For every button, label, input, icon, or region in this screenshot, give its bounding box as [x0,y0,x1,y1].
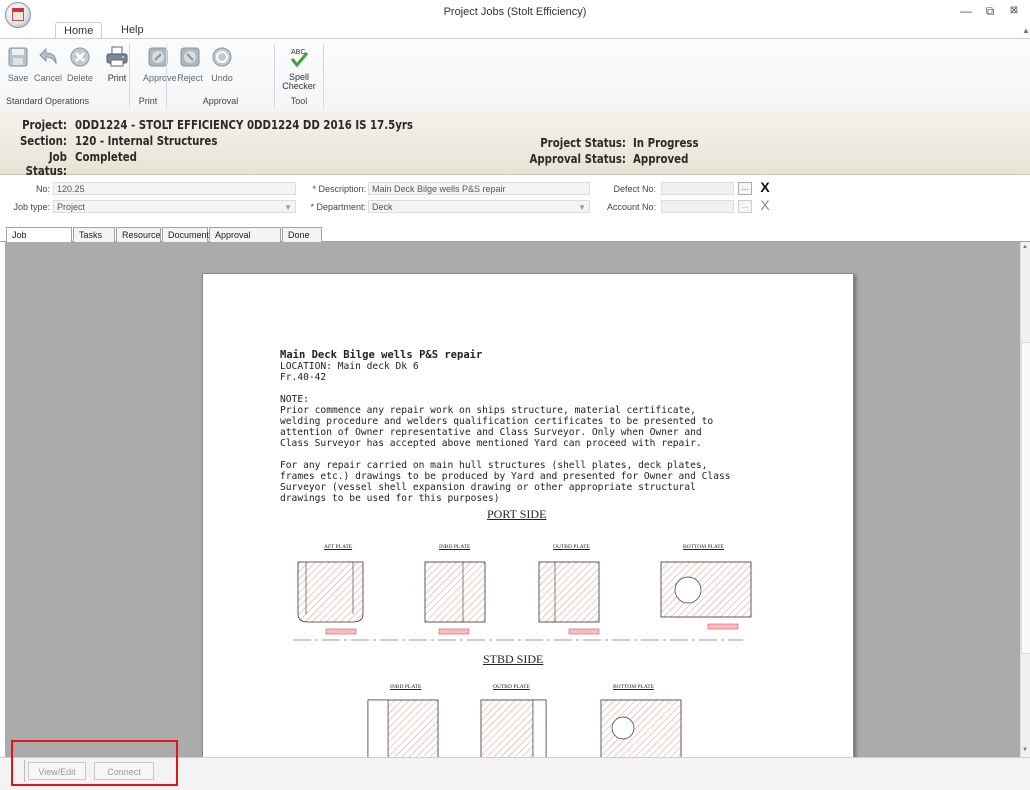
minimize-icon[interactable]: — [958,4,974,18]
print-button[interactable]: Print [102,45,132,83]
defect-no-field[interactable] [661,182,734,195]
job-type-select[interactable]: Project ▼ [53,200,296,213]
plate-label: OUTBD PLATE [553,544,590,550]
stbd-side-title: STBD SIDE [483,652,544,666]
tab-approval-tracking[interactable]: Approval Tracking [209,227,281,254]
port-side-title: PORT SIDE [487,507,547,521]
approve-button[interactable]: Approve [143,45,177,83]
description-label: * Description: [312,184,366,194]
ribbon-collapse-icon[interactable]: ▲ [1022,26,1030,35]
doc-frames: Fr.40-42 [280,372,327,383]
plate-label: BOTTOM PLATE [613,684,654,690]
tab-done-by[interactable]: Done By [282,227,322,254]
stbd-side-drawing [367,699,682,757]
save-button[interactable]: Save [3,45,33,83]
job-type-label: Job type: [13,202,50,212]
project-status-label: Project Status: [540,136,626,150]
approval-status-label: Approval Status: [529,152,626,166]
printer-icon [106,46,128,67]
group-label-approval: Approval [202,96,239,106]
doc-location: LOCATION: Main deck Dk 6 [280,361,419,372]
project-label: Project: [22,118,67,132]
undo-icon [212,47,232,67]
project-value: 0DD1224 - STOLT EFFICIENCY 0DD1224 DD 20… [75,118,413,132]
reject-icon [180,47,200,67]
account-browse-button[interactable]: ... [738,200,752,213]
ribbon-tab-help[interactable]: Help [113,22,152,38]
tab-document[interactable]: Document [162,227,209,242]
department-select[interactable]: Deck ▼ [368,200,590,213]
document-viewer[interactable]: Main Deck Bilge wells P&S repair LOCATIO… [5,242,1020,757]
plate-label: BOTTOM PLATE [683,544,724,550]
job-status-value: Completed [75,150,137,164]
highlight-annotation-box [11,740,178,786]
ribbon-separator [323,44,324,108]
port-side-drawing [293,561,752,641]
svg-text:ABC: ABC [291,49,305,56]
doc-note-line: attention of Owner representative and Cl… [280,427,702,438]
defect-browse-button[interactable]: ... [738,182,752,195]
group-label-tool: Tool [290,96,308,106]
no-field[interactable]: 120.25 [53,182,296,195]
dropdown-arrow-icon: ▼ [578,203,586,212]
close-icon[interactable]: ⊠ [1006,4,1022,18]
doc-heading: Main Deck Bilge wells P&S repair [280,349,483,361]
cancel-button[interactable]: Cancel [33,45,63,83]
description-field[interactable]: Main Deck Bilge wells P&S repair [368,182,590,195]
scrollbar-thumb[interactable] [1021,342,1030,654]
save-icon [8,47,28,67]
doc-note-title: NOTE: [280,394,309,405]
approval-status-value: Approved [633,152,689,166]
account-no-field[interactable] [661,200,734,213]
doc-note-line: Class Surveyor has accepted above mentio… [280,438,702,449]
delete-button[interactable]: Delete [65,45,95,83]
scroll-up-icon[interactable]: ▲ [1022,244,1028,250]
scroll-down-icon[interactable]: ▼ [1022,747,1028,753]
defect-clear-button[interactable]: X [758,180,772,195]
plate-label: OUTBD PLATE [493,684,530,690]
job-status-label: Job Status: [25,150,67,178]
document-page: Main Deck Bilge wells P&S repair LOCATIO… [202,273,854,757]
doc-note-line: welding procedure and welders qualificat… [280,416,714,427]
doc-para-line: For any repair carried on main hull stru… [280,460,708,471]
restore-icon[interactable]: ⧉ [982,4,998,18]
spell-check-icon: ABC [290,49,309,68]
doc-para-line: Surveyor (vessel shell expansion drawing… [280,482,696,493]
window-title: Project Jobs (Stolt Efficiency) [443,6,587,18]
plate-label: AFT PLATE [324,544,353,550]
tab-resource[interactable]: Resource [116,227,161,242]
section-value: 120 - Internal Structures [75,134,218,148]
section-label: Section: [19,134,67,148]
no-label: No: [35,184,50,194]
tab-job-description[interactable]: Job Description [6,227,72,254]
plate-label: INBD PLATE [390,684,422,690]
doc-note-line: Prior commence any repair work on ships … [280,405,696,416]
ribbon-tab-home[interactable]: Home [55,22,103,39]
dropdown-arrow-icon: ▼ [284,203,292,212]
doc-para-line: frames etc.) drawings to be produced by … [280,471,731,482]
account-no-label: Account No: [606,202,656,212]
doc-para-line: drawings to be used for this purposes) [280,493,500,504]
undo-button[interactable]: Undo [207,45,237,83]
spell-checker-button[interactable]: ABC Spell Checker [282,45,316,91]
tab-tasks[interactable]: Tasks (1) [73,227,115,254]
group-label-standard-operations: Standard Operations [6,96,90,106]
vertical-scrollbar[interactable]: ▲ ▼ [1020,242,1030,757]
defect-no-label: Defect No: [613,184,656,194]
project-status-value: In Progress [633,136,699,150]
reject-button[interactable]: Reject [175,45,205,83]
undo-arrow-icon [39,47,57,65]
account-clear-button[interactable]: X [758,198,772,213]
plate-label: INBD PLATE [439,544,471,550]
delete-icon [70,47,90,67]
department-label: * Department: [310,202,366,212]
group-label-print: Print [138,96,158,106]
